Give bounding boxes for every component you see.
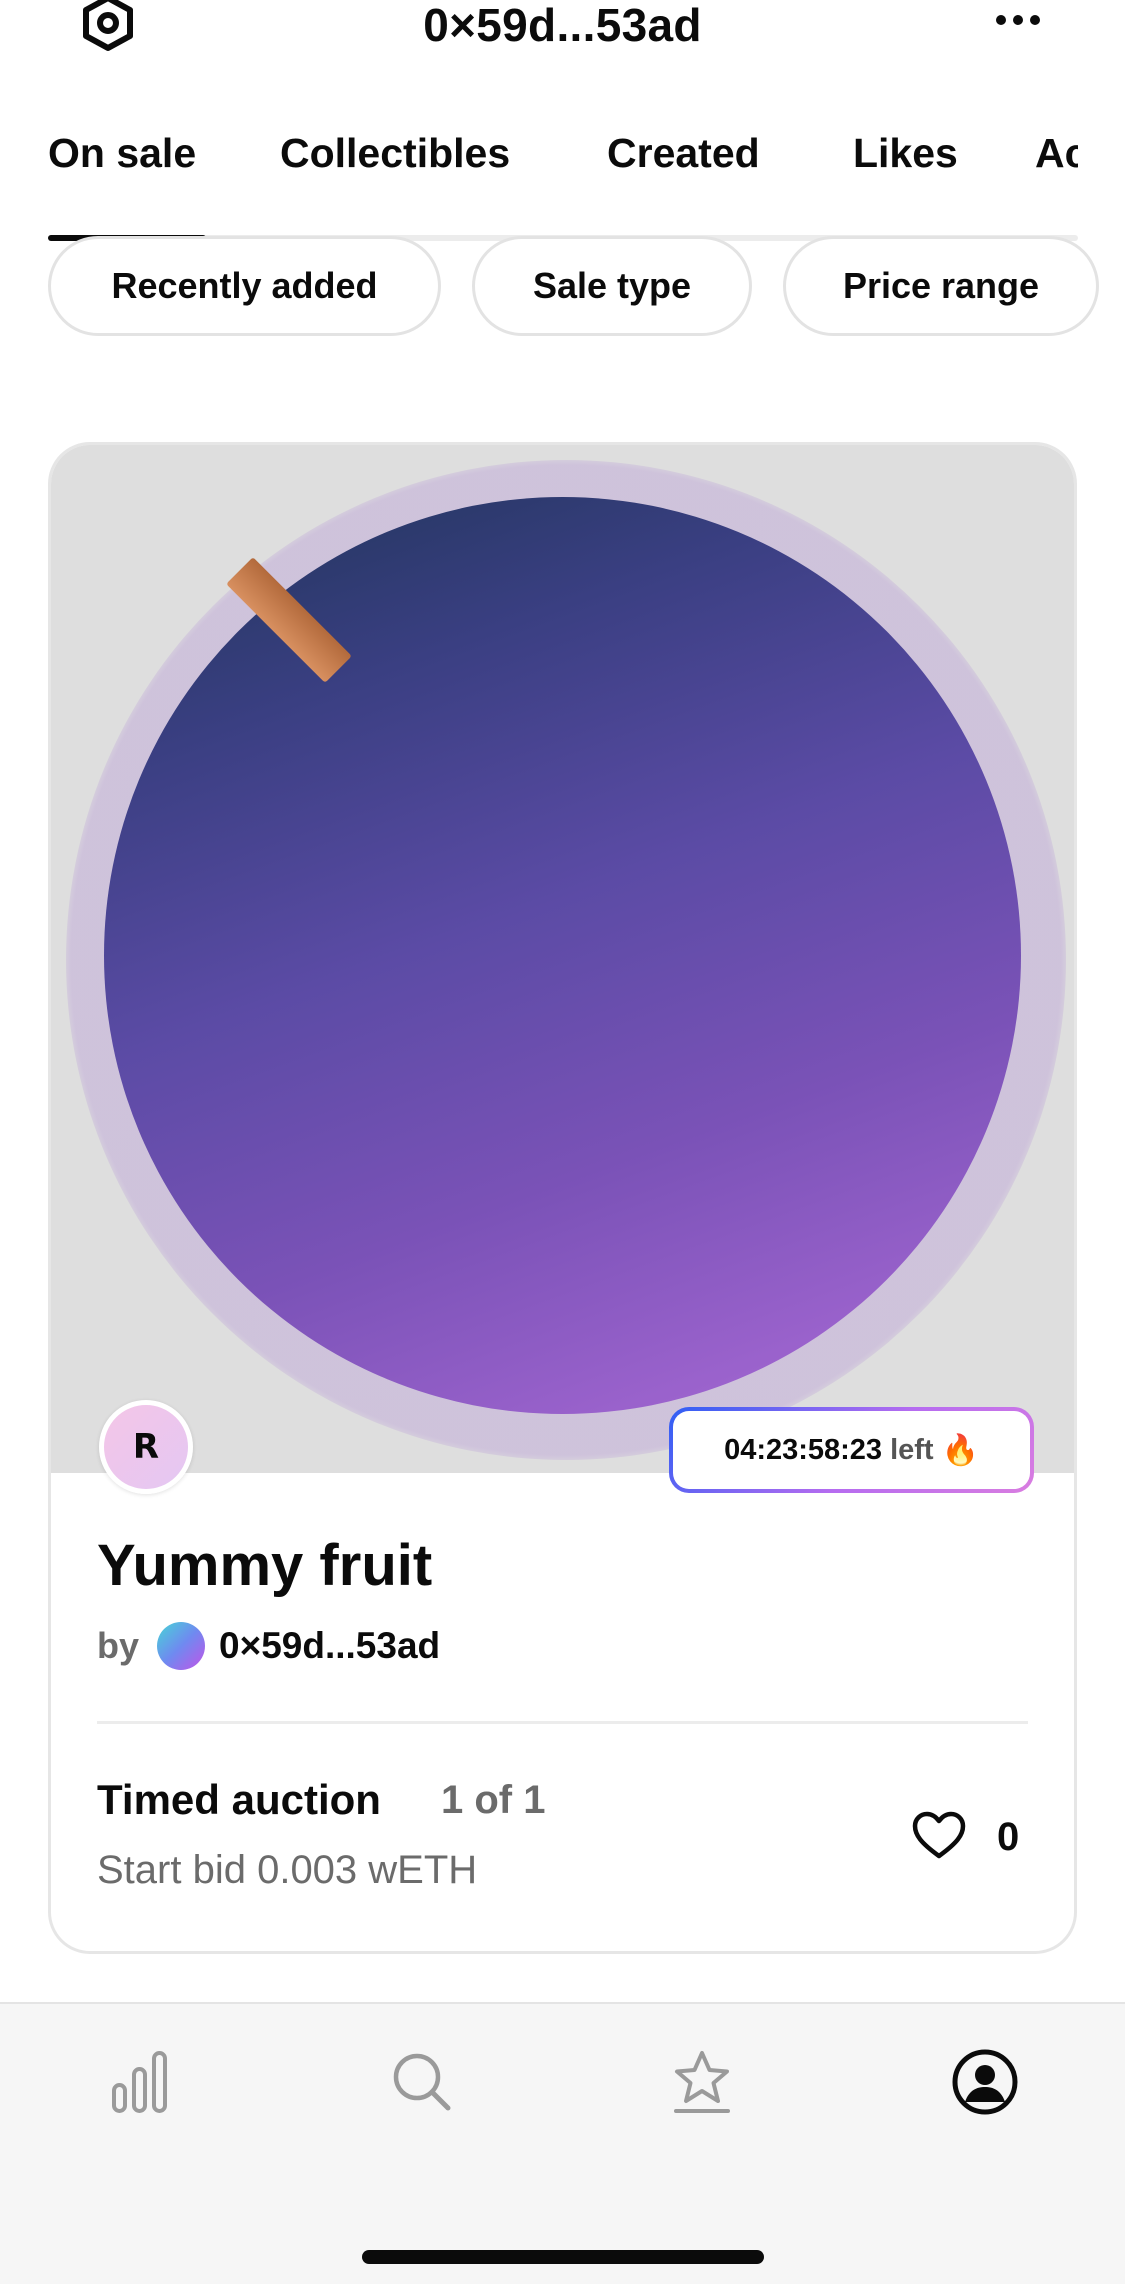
top-bar: 0×59d...53ad [0, 0, 1125, 60]
owner-row: by 0×59d...53ad [97, 1621, 440, 1671]
profile-icon [951, 2048, 1019, 2121]
search-icon [391, 2051, 453, 2118]
home-indicator [362, 2250, 764, 2264]
more-options-button[interactable] [990, 4, 1046, 40]
tab-collectibles[interactable]: Collectibles [280, 118, 510, 188]
filter-bar: Recently added Sale type Price range [0, 228, 1125, 348]
fruit-image [104, 497, 1021, 1414]
edition-label: 1 of 1 [441, 1778, 546, 1822]
tab-likes[interactable]: Likes [853, 118, 958, 188]
nav-favorites[interactable] [662, 2044, 742, 2124]
like-count: 0 [997, 1815, 1020, 1859]
page-title: 0×59d...53ad [423, 0, 702, 51]
nft-title[interactable]: Yummy fruit [97, 1531, 432, 1601]
more-dots-icon [995, 13, 1041, 31]
filter-sale-type[interactable]: Sale type [472, 236, 752, 336]
profile-tabs: On sale Collectibles Created Likes Ac [0, 118, 1078, 242]
filter-price-range[interactable]: Price range [783, 236, 1099, 336]
tab-activity[interactable]: Ac [1035, 118, 1078, 188]
owner-address-link[interactable]: 0×59d...53ad [219, 1625, 440, 1667]
creator-avatar[interactable]: R [99, 1400, 193, 1494]
filter-recently-added[interactable]: Recently added [48, 236, 441, 336]
stats-icon [110, 2049, 170, 2120]
nav-stats[interactable] [100, 2044, 180, 2124]
tab-created[interactable]: Created [607, 118, 760, 188]
bottom-nav [0, 2002, 1125, 2284]
flame-icon: 🔥 [941, 1432, 979, 1468]
owner-avatar[interactable] [157, 1622, 206, 1670]
timer-suffix: left [890, 1433, 934, 1466]
nft-artwork[interactable] [51, 445, 1074, 1473]
auction-timer-badge: 04:23:58:23 left 🔥 [669, 1407, 1034, 1493]
start-bid-label: Start bid 0.003 wETH [97, 1848, 478, 1892]
nav-search[interactable] [382, 2044, 462, 2124]
like-button[interactable] [909, 1809, 969, 1865]
timer-value: 04:23:58:23 [724, 1433, 883, 1466]
nft-card[interactable]: R 04:23:58:23 left 🔥 Yummy fruit by 0×59… [48, 442, 1077, 1954]
star-icon [672, 2049, 732, 2120]
by-label: by [97, 1625, 140, 1666]
card-divider [97, 1721, 1028, 1724]
tab-on-sale[interactable]: On sale [48, 118, 196, 188]
heart-icon [911, 1810, 967, 1865]
sale-type-label: Timed auction [97, 1776, 381, 1823]
nav-profile[interactable] [945, 2044, 1025, 2124]
